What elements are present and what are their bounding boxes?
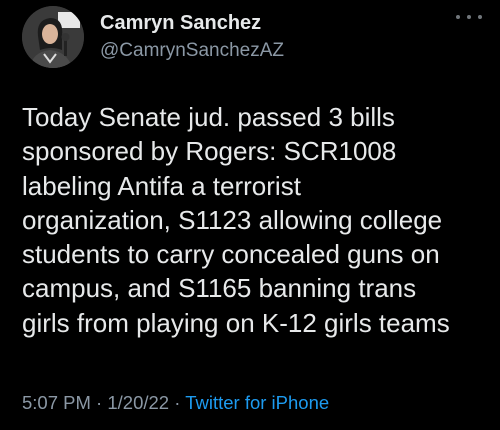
tweet-text-line: campus, and S1165 banning trans	[22, 273, 417, 304]
avatar[interactable]	[22, 6, 84, 68]
tweet-text-line: Today Senate jud. passed 3 bills	[22, 102, 395, 132]
meta-separator: ·	[90, 392, 108, 413]
more-dot	[467, 15, 471, 19]
author-handle[interactable]: @CamrynSanchezAZ	[100, 40, 284, 62]
tweet-time[interactable]: 5:07 PM	[22, 392, 91, 413]
author-name[interactable]: Camryn Sanchez	[100, 12, 261, 35]
tweet-text-line: organization, S1123 allowing college	[22, 204, 443, 235]
tweet-text-line: sponsored by Rogers: SCR1008	[22, 136, 397, 167]
tweet-source-link[interactable]: Twitter for iPhone	[185, 392, 329, 413]
tweet-meta: 5:07 PM · 1/20/22 · Twitter for iPhone	[22, 392, 329, 414]
tweet-text-line: students to carry concealed guns on	[22, 239, 440, 270]
meta-separator: ·	[169, 392, 186, 413]
tweet-text: Today Senate jud. passed 3 bills sponsor…	[22, 100, 492, 340]
more-dot	[456, 15, 460, 19]
tweet-card: Camryn Sanchez @CamrynSanchezAZ Today Se…	[0, 0, 500, 430]
tweet-text-line: girls from playing on K-12 girls teams	[22, 307, 450, 338]
tweet-text-line: labeling Antifa a terrorist	[22, 170, 301, 201]
avatar-image	[22, 6, 84, 68]
more-icon[interactable]	[456, 10, 482, 24]
tweet-date[interactable]: 1/20/22	[107, 392, 169, 413]
more-dot	[478, 15, 482, 19]
